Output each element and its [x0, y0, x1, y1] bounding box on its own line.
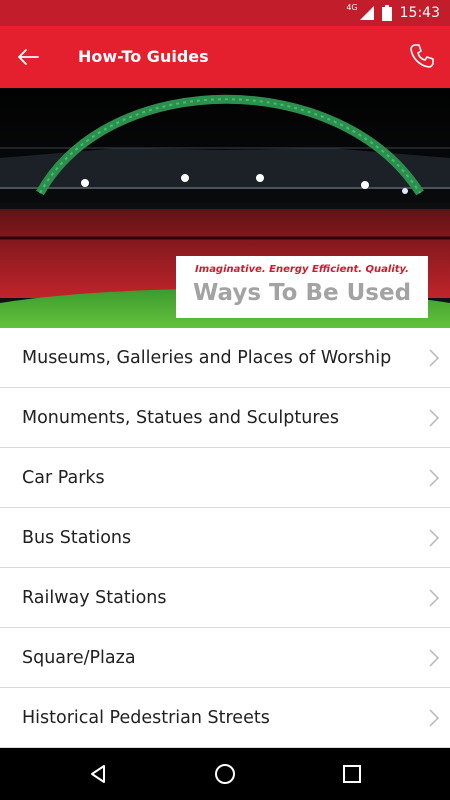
hero-overlay: Imaginative. Energy Efficient. Quality. … — [176, 256, 428, 318]
chevron-right-icon — [429, 409, 440, 427]
list-item[interactable]: Museums, Galleries and Places of Worship — [0, 328, 450, 388]
list-item-label: Bus Stations — [22, 527, 132, 548]
chevron-right-icon — [429, 349, 440, 367]
list-item-label: Monuments, Statues and Sculptures — [22, 407, 340, 428]
list-item-label: Museums, Galleries and Places of Worship — [22, 347, 392, 368]
list-item[interactable]: Monuments, Statues and Sculptures — [0, 388, 450, 448]
list-item[interactable]: Bus Stations — [0, 508, 450, 568]
status-icons: 4G 15:43 — [346, 0, 440, 26]
hero-title: Ways To Be Used — [192, 280, 412, 306]
status-bar: 4G 15:43 — [0, 0, 450, 26]
chevron-right-icon — [429, 469, 440, 487]
list-item-label: Railway Stations — [22, 587, 167, 608]
network-type: 4G — [346, 2, 358, 12]
list-item[interactable]: Railway Stations — [0, 568, 450, 628]
list-item[interactable]: Car Parks — [0, 448, 450, 508]
chevron-right-icon — [429, 709, 440, 727]
back-triangle-icon[interactable] — [86, 762, 110, 786]
list-item[interactable]: Square/Plaza — [0, 628, 450, 688]
phone-icon[interactable] — [408, 42, 436, 70]
list-item-label: Square/Plaza — [22, 647, 136, 668]
chevron-right-icon — [429, 589, 440, 607]
system-nav-bar — [0, 748, 450, 800]
guide-list: Museums, Galleries and Places of Worship… — [0, 328, 450, 748]
status-time: 15:43 — [399, 5, 440, 21]
recents-square-icon[interactable] — [340, 762, 364, 786]
list-item[interactable]: Historical Pedestrian Streets — [0, 688, 450, 748]
chevron-right-icon — [429, 649, 440, 667]
list-item-label: Historical Pedestrian Streets — [22, 707, 270, 728]
list-item-label: Car Parks — [22, 467, 105, 488]
arrow-left-icon[interactable] — [14, 43, 42, 71]
page-title: How-To Guides — [78, 47, 209, 66]
app-bar: How-To Guides — [0, 26, 450, 88]
signal-icon — [359, 6, 374, 20]
chevron-right-icon — [429, 529, 440, 547]
hero-tagline: Imaginative. Energy Efficient. Quality. — [195, 264, 409, 275]
hero-banner: Imaginative. Energy Efficient. Quality. … — [0, 88, 450, 328]
battery-icon — [381, 5, 392, 21]
home-circle-icon[interactable] — [213, 762, 237, 786]
